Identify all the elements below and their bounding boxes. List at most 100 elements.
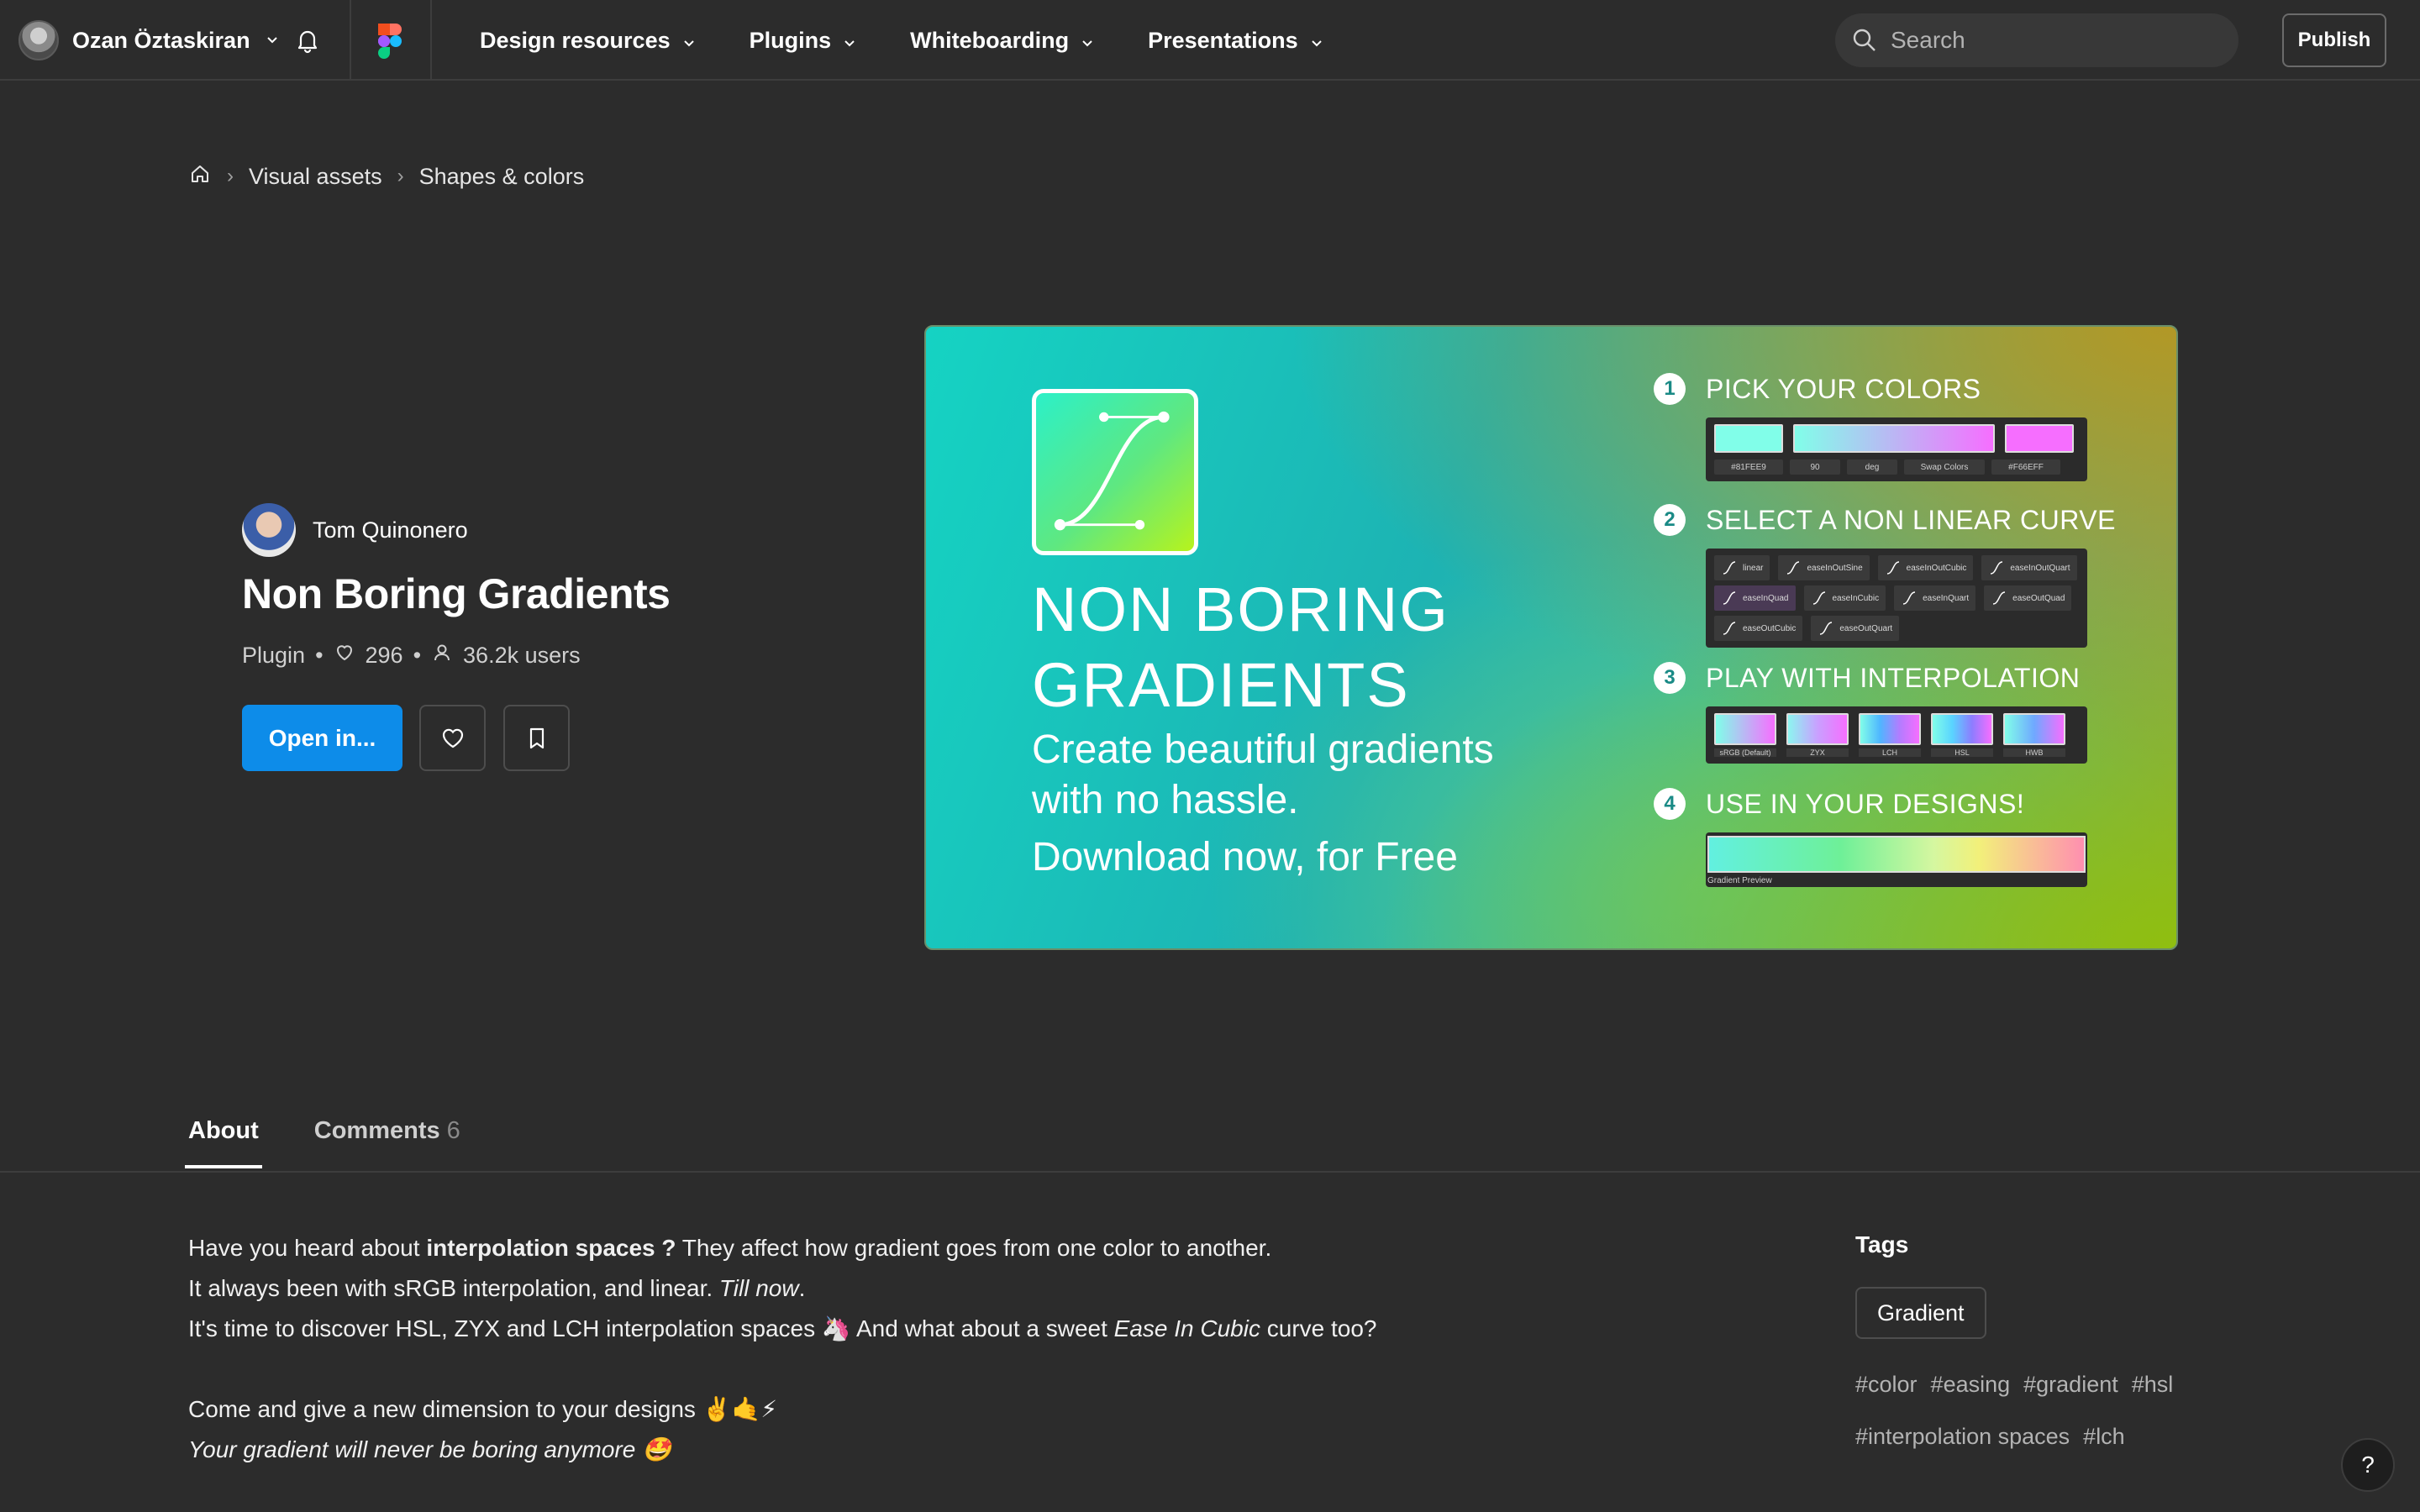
text-italic: Ease In Cubic bbox=[1113, 1315, 1260, 1341]
curve-label: easeInQuart bbox=[1923, 593, 1970, 603]
plugin-meta: Plugin • 296 • 36.2k users bbox=[242, 642, 581, 669]
hashtag-link[interactable]: #color bbox=[1855, 1369, 1918, 1399]
divider bbox=[0, 1171, 2420, 1173]
text: They affect how gradient goes from one c… bbox=[676, 1235, 1272, 1261]
tabs: About Comments 6 bbox=[185, 1117, 460, 1168]
curve-option: easeOutQuad bbox=[1984, 585, 2072, 611]
about-text: Have you heard about interpolation space… bbox=[188, 1228, 1701, 1470]
curve-icon bbox=[1886, 561, 1899, 575]
hashtag-link[interactable]: #hsl bbox=[2132, 1369, 2174, 1399]
publish-button[interactable]: Publish bbox=[2282, 13, 2386, 67]
tab-label: Comments bbox=[313, 1117, 440, 1144]
plugin-banner: NON BORING GRADIENTS Create beautiful gr… bbox=[924, 325, 2178, 950]
banner-subtitle-line: with no hassle. bbox=[1032, 778, 1299, 822]
color-swatch bbox=[1714, 424, 1783, 453]
author[interactable]: Tom Quinonero bbox=[242, 503, 468, 557]
user-avatar bbox=[18, 20, 59, 60]
text: It always been with sRGB interpolation, … bbox=[188, 1275, 719, 1301]
plugin-type: Plugin bbox=[242, 643, 306, 668]
curve-icon bbox=[1992, 591, 2006, 605]
search-input[interactable] bbox=[1891, 27, 2210, 54]
nav-plugins[interactable]: Plugins bbox=[750, 28, 859, 54]
nav-label: Plugins bbox=[749, 27, 832, 53]
color-value: #F66EFF bbox=[1991, 459, 2060, 475]
hashtag-link[interactable]: #interpolation spaces bbox=[1855, 1421, 2070, 1452]
help-button[interactable]: ? bbox=[2341, 1438, 2395, 1492]
like-count: 296 bbox=[365, 643, 403, 668]
curve-label: linear bbox=[1743, 563, 1764, 573]
chevron-down-icon bbox=[1079, 32, 1096, 49]
interpolation-swatch bbox=[1859, 713, 1921, 745]
curve-option: easeInOutQuart bbox=[1981, 555, 2077, 580]
color-swatch bbox=[2005, 424, 2074, 453]
tag-chip[interactable]: Gradient bbox=[1855, 1287, 1986, 1339]
curve-label: easeInOutCubic bbox=[1906, 563, 1967, 573]
user-icon bbox=[431, 642, 453, 669]
step-number: 3 bbox=[1654, 662, 1686, 694]
tab-about[interactable]: About bbox=[185, 1117, 262, 1168]
curve-label: easeOutQuart bbox=[1839, 623, 1893, 633]
step-number: 1 bbox=[1654, 373, 1686, 405]
interpolation-option: LCH bbox=[1859, 713, 1921, 757]
chevron-right-icon: › bbox=[227, 165, 234, 187]
top-bar: Ozan Öztaskiran Design resources Plugins… bbox=[0, 0, 2420, 81]
heart-icon bbox=[334, 642, 355, 669]
swap-colors-label: Swap Colors bbox=[1904, 459, 1985, 475]
step-label: PLAY WITH INTERPOLATION bbox=[1706, 662, 2081, 693]
nav-label: Design resources bbox=[480, 27, 671, 53]
figma-logo-icon[interactable] bbox=[378, 24, 402, 59]
search-box[interactable] bbox=[1835, 13, 2238, 67]
chevron-down-icon bbox=[681, 32, 697, 49]
bookmark-icon bbox=[529, 727, 544, 748]
breadcrumb-visual-assets[interactable]: Visual assets bbox=[249, 164, 382, 190]
home-icon[interactable] bbox=[188, 162, 212, 192]
bell-icon[interactable] bbox=[292, 25, 323, 55]
save-button[interactable] bbox=[503, 705, 570, 771]
text: curve too? bbox=[1260, 1315, 1377, 1341]
curve-label: easeOutCubic bbox=[1743, 623, 1797, 633]
curve-label: easeOutQuad bbox=[2012, 593, 2065, 603]
step-number: 4 bbox=[1654, 788, 1686, 820]
nav-label: Whiteboarding bbox=[910, 27, 1070, 53]
hashtag-link[interactable]: #lch bbox=[2083, 1421, 2125, 1452]
angle-value: 90 bbox=[1790, 459, 1840, 475]
hashtag-link[interactable]: #gradient bbox=[2023, 1369, 2118, 1399]
like-button[interactable] bbox=[419, 705, 486, 771]
text: Have you heard about bbox=[188, 1235, 427, 1261]
gradient-preview bbox=[1707, 836, 2086, 873]
interpolation-label: sRGB (Default) bbox=[1714, 748, 1776, 757]
nav-design-resources[interactable]: Design resources bbox=[480, 28, 697, 54]
open-in-button[interactable]: Open in... bbox=[242, 705, 402, 771]
user-count: 36.2k users bbox=[463, 643, 581, 668]
interpolation-label: LCH bbox=[1859, 748, 1921, 757]
curve-panel: linear easeInOutSine easeInOutCubic easeInO… bbox=[1706, 549, 2087, 648]
interpolation-option: HSL bbox=[1931, 713, 1993, 757]
chevron-down-icon bbox=[264, 32, 281, 49]
nav-whiteboarding[interactable]: Whiteboarding bbox=[910, 28, 1096, 54]
step-interpolation: 3 PLAY WITH INTERPOLATION sRGB (Default)… bbox=[1654, 659, 2087, 764]
about-line: Your gradient will never be boring anymo… bbox=[188, 1430, 1701, 1470]
curve-option: easeInOutSine bbox=[1778, 555, 1870, 580]
text-italic: Your gradient will never be boring anymo… bbox=[188, 1436, 671, 1462]
breadcrumb-shapes-colors[interactable]: Shapes & colors bbox=[419, 164, 585, 190]
curve-icon bbox=[1723, 591, 1736, 605]
interpolation-label: HSL bbox=[1931, 748, 1993, 757]
curve-label: easeInOutQuart bbox=[2010, 563, 2070, 573]
interpolation-panel: sRGB (Default) ZYX LCH HSL HWB bbox=[1706, 706, 2087, 764]
author-avatar bbox=[242, 503, 296, 557]
curve-icon bbox=[1820, 622, 1833, 635]
author-name: Tom Quinonero bbox=[313, 517, 468, 543]
step-pick-colors: 1 PICK YOUR COLORS #81FEE9 90 deg Swap C… bbox=[1654, 370, 2087, 481]
interpolation-option: HWB bbox=[2003, 713, 2065, 757]
user-menu[interactable]: Ozan Öztaskiran bbox=[18, 20, 281, 60]
banner-title: NON BORING GRADIENTS bbox=[1032, 572, 1620, 723]
divider bbox=[350, 0, 351, 81]
nav-presentations[interactable]: Presentations bbox=[1148, 28, 1325, 54]
about-line: Come and give a new dimension to your de… bbox=[188, 1396, 778, 1422]
text-italic: Till now bbox=[718, 1275, 799, 1301]
tab-comments[interactable]: Comments 6 bbox=[314, 1117, 460, 1168]
about-line: It's time to discover HSL, ZYX and LCH i… bbox=[188, 1309, 1701, 1349]
separator-dot: • bbox=[315, 643, 324, 668]
hashtag-link[interactable]: #easing bbox=[1931, 1369, 2011, 1399]
step-number: 2 bbox=[1654, 504, 1686, 536]
